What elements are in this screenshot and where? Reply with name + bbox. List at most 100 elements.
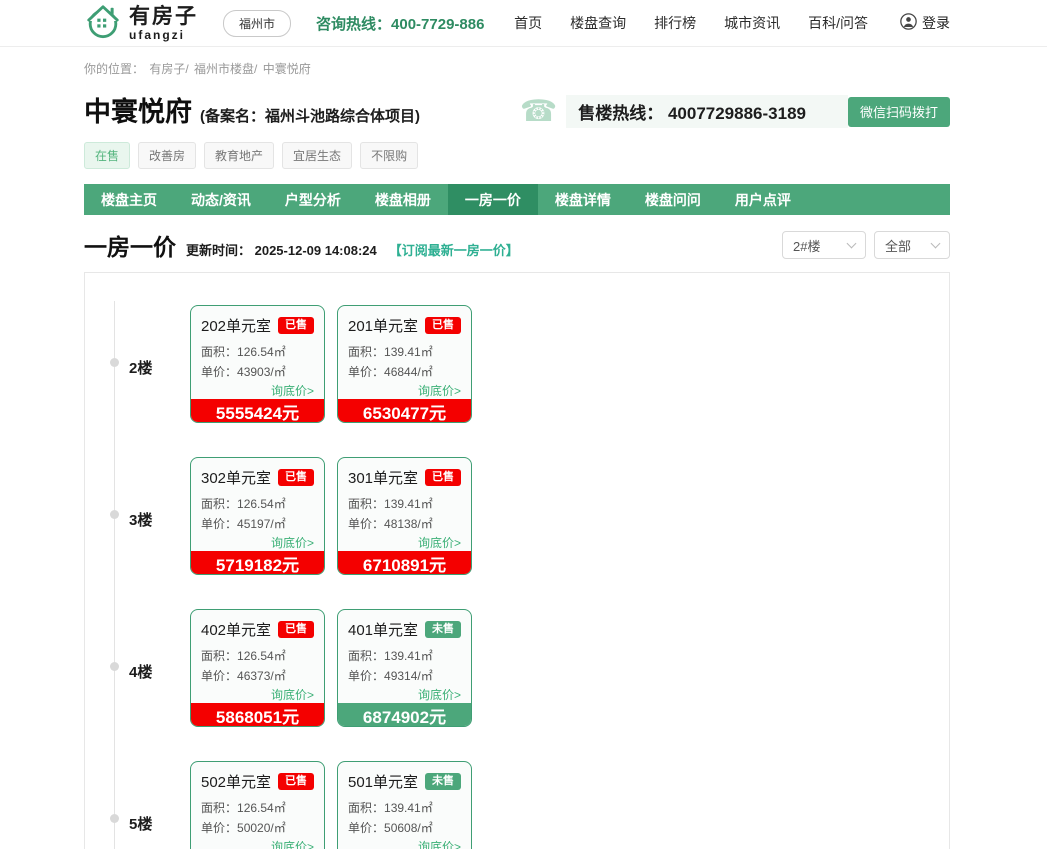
logo-subtitle: ufangzi xyxy=(129,29,198,41)
nav-item-home[interactable]: 首页 xyxy=(514,13,542,33)
status-badge: 未售 xyxy=(425,773,461,790)
login-label: 登录 xyxy=(922,13,950,33)
tab-details[interactable]: 楼盘详情 xyxy=(538,184,628,215)
floor-dot xyxy=(110,662,119,671)
inquiry-link[interactable]: 询底价> xyxy=(348,534,461,551)
tab-floorplan-analysis[interactable]: 户型分析 xyxy=(268,184,358,215)
total-price: 5868051元 xyxy=(191,703,324,727)
area-value: 139.41㎡ xyxy=(384,345,433,359)
nav-item-search[interactable]: 楼盘查询 xyxy=(570,13,626,33)
unit-price-label: 单价： xyxy=(201,365,237,379)
breadcrumb-item-city-listings[interactable]: 福州市楼盘/ xyxy=(194,62,257,76)
top-bar: 有房子 ufangzi 福州市 咨询热线：400-7729-886 首页 楼盘查… xyxy=(0,0,1047,47)
unit-title: 301单元室 xyxy=(348,467,418,488)
unit-price-label: 单价： xyxy=(348,669,384,683)
section-title: 一房一价 xyxy=(84,228,176,262)
section-head: 一房一价 更新时间： 2025-12-09 14:08:24 【订阅最新一房一价… xyxy=(84,228,950,262)
breadcrumb-item-current: 中寰悦府 xyxy=(263,62,311,76)
unit-title: 502单元室 xyxy=(201,771,271,792)
building-filter-select[interactable]: 2#楼 xyxy=(782,231,866,259)
area-label: 面积： xyxy=(201,801,237,815)
unit-card-401[interactable]: 401单元室 未售 面积：139.41㎡ 单价：49314/㎡ 询底价> 687… xyxy=(337,609,472,727)
breadcrumb-item-home[interactable]: 有房子/ xyxy=(149,62,188,76)
unit-price-value: 46373/㎡ xyxy=(237,669,286,683)
total-price: 6710891元 xyxy=(338,551,471,575)
unit-price-label: 单价： xyxy=(201,821,237,835)
login-button[interactable]: 登录 xyxy=(900,13,950,33)
tab-unit-prices[interactable]: 一房一价 xyxy=(448,184,538,215)
total-price: 5719182元 xyxy=(191,551,324,575)
wechat-scan-call-button[interactable]: 微信扫码拨打 xyxy=(848,97,950,127)
status-badge: 已售 xyxy=(425,317,461,334)
unit-card-502[interactable]: 502单元室 已售 面积：126.54㎡ 单价：50020/㎡ 询底价> 632… xyxy=(190,761,325,849)
floor-label: 5楼 xyxy=(129,813,152,834)
floor-row-4: 4楼 402单元室 已售 面积：126.54㎡ 单价：46373/㎡ 询底价> … xyxy=(85,609,949,761)
unit-title: 401单元室 xyxy=(348,619,418,640)
filters: 2#楼 全部 xyxy=(782,231,950,259)
area-label: 面积： xyxy=(348,497,384,511)
total-price: 6874902元 xyxy=(338,703,471,727)
unit-price-panel: 2楼 202单元室 已售 面积：126.54㎡ 单价：43903/㎡ 询底价> … xyxy=(84,272,950,849)
unit-card-301[interactable]: 301单元室 已售 面积：139.41㎡ 单价：48138/㎡ 询底价> 671… xyxy=(337,457,472,575)
tab-reviews[interactable]: 用户点评 xyxy=(718,184,808,215)
floor-dot xyxy=(110,510,119,519)
inquiry-link[interactable]: 询底价> xyxy=(348,382,461,399)
building-filter-value: 2#楼 xyxy=(793,236,820,255)
inquiry-link[interactable]: 询底价> xyxy=(201,382,314,399)
floor-dot xyxy=(110,814,119,823)
status-badge: 已售 xyxy=(278,317,314,334)
inquiry-link[interactable]: 询底价> xyxy=(201,686,314,703)
area-label: 面积： xyxy=(201,345,237,359)
unit-price-label: 单价： xyxy=(348,365,384,379)
unit-card-402[interactable]: 402单元室 已售 面积：126.54㎡ 单价：46373/㎡ 询底价> 586… xyxy=(190,609,325,727)
unit-card-202[interactable]: 202单元室 已售 面积：126.54㎡ 单价：43903/㎡ 询底价> 555… xyxy=(190,305,325,423)
inquiry-link[interactable]: 询底价> xyxy=(201,838,314,849)
breadcrumb-prefix: 你的位置： xyxy=(84,62,144,76)
inquiry-link[interactable]: 询底价> xyxy=(201,534,314,551)
unit-card-201[interactable]: 201单元室 已售 面积：139.41㎡ 单价：46844/㎡ 询底价> 653… xyxy=(337,305,472,423)
sales-hotline-group: ☎ 售楼热线： 4007729886-3189 微信扫码拨打 xyxy=(520,95,950,128)
unit-filter-value: 全部 xyxy=(885,236,911,255)
tag-on-sale: 在售 xyxy=(84,142,130,169)
inquiry-link[interactable]: 询底价> xyxy=(348,838,461,849)
area-value: 126.54㎡ xyxy=(237,801,286,815)
unit-price-label: 单价： xyxy=(348,821,384,835)
area-value: 139.41㎡ xyxy=(384,497,433,511)
floor-dot xyxy=(110,358,119,367)
unit-title: 302单元室 xyxy=(201,467,271,488)
unit-price-value: 48138/㎡ xyxy=(384,517,433,531)
tab-qa[interactable]: 楼盘问问 xyxy=(628,184,718,215)
logo[interactable]: 有房子 ufangzi xyxy=(84,2,198,45)
city-selector[interactable]: 福州市 xyxy=(223,10,291,37)
tab-photo-album[interactable]: 楼盘相册 xyxy=(358,184,448,215)
unit-title: 202单元室 xyxy=(201,315,271,336)
tags-row: 在售 改善房 教育地产 宜居生态 不限购 xyxy=(84,142,950,169)
unit-price-value: 50020/㎡ xyxy=(237,821,286,835)
floor-label: 4楼 xyxy=(129,661,152,682)
chevron-down-icon xyxy=(847,238,857,248)
subscribe-link[interactable]: 【订阅最新一房一价】 xyxy=(389,240,519,259)
nav-item-city-news[interactable]: 城市资讯 xyxy=(724,13,780,33)
tab-news[interactable]: 动态/资讯 xyxy=(174,184,268,215)
area-label: 面积： xyxy=(348,345,384,359)
unit-card-302[interactable]: 302单元室 已售 面积：126.54㎡ 单价：45197/㎡ 询底价> 571… xyxy=(190,457,325,575)
unit-filter-select[interactable]: 全部 xyxy=(874,231,950,259)
unit-card-501[interactable]: 501单元室 未售 面积：139.41㎡ 单价：50608/㎡ 询底价> 705… xyxy=(337,761,472,849)
area-label: 面积： xyxy=(201,649,237,663)
update-time: 更新时间： 2025-12-09 14:08:24 xyxy=(186,240,377,259)
floor-row-5: 5楼 502单元室 已售 面积：126.54㎡ 单价：50020/㎡ 询底价> … xyxy=(85,761,949,849)
breadcrumb: 你的位置： 有房子/ 福州市楼盘/ 中寰悦府 xyxy=(84,60,950,77)
tab-home[interactable]: 楼盘主页 xyxy=(84,184,174,215)
unit-price-value: 43903/㎡ xyxy=(237,365,286,379)
area-value: 126.54㎡ xyxy=(237,345,286,359)
floor-label: 3楼 xyxy=(129,509,152,530)
nav-item-wiki-qa[interactable]: 百科/问答 xyxy=(808,13,868,33)
consult-hotline: 咨询热线：400-7729-886 xyxy=(316,13,484,34)
inquiry-link[interactable]: 询底价> xyxy=(348,686,461,703)
status-badge: 已售 xyxy=(278,773,314,790)
logo-title: 有房子 xyxy=(129,6,198,27)
nav-item-ranking[interactable]: 排行榜 xyxy=(654,13,696,33)
floor-label: 2楼 xyxy=(129,357,152,378)
status-badge: 已售 xyxy=(425,469,461,486)
top-nav: 首页 楼盘查询 排行榜 城市资讯 百科/问答 xyxy=(514,13,868,33)
